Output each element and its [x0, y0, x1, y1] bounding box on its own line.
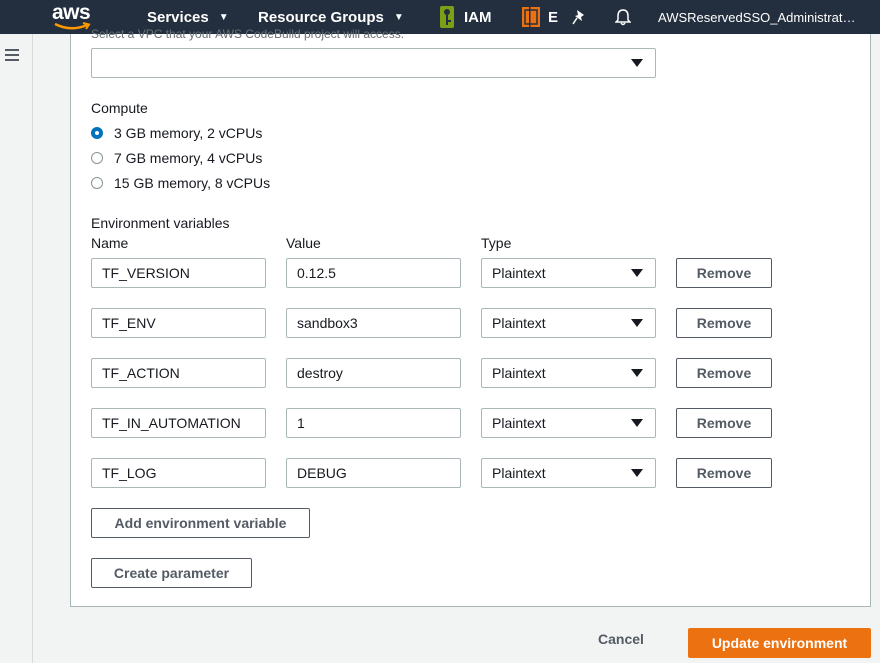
remove-button[interactable]: Remove	[676, 258, 772, 288]
aws-logo[interactable]: aws	[52, 0, 96, 34]
env-var-name-value: TF_ENV	[102, 315, 156, 331]
env-var-name-value: TF_VERSION	[102, 265, 190, 281]
iam-shortcut[interactable]: IAM	[440, 0, 492, 34]
vpc-helper-text: Select a VPC that your AWS CodeBuild pro…	[91, 27, 405, 41]
pin-icon	[572, 10, 584, 25]
dropdown-arrow-icon	[631, 419, 643, 427]
radio-button-checked[interactable]	[91, 127, 103, 139]
dropdown-arrow-icon	[631, 59, 643, 67]
env-var-name-value: TF_IN_AUTOMATION	[102, 415, 241, 431]
ec2-shortcut[interactable]: E	[522, 0, 558, 34]
compute-option-label: 3 GB memory, 2 vCPUs	[114, 125, 263, 141]
env-var-name-value: TF_LOG	[102, 465, 157, 481]
ec2-label: E	[548, 8, 559, 26]
environment-variables-label: Environment variables	[91, 215, 230, 231]
env-var-type-select[interactable]: Plaintext	[481, 308, 656, 338]
column-header-type: Type	[481, 235, 512, 251]
env-var-value-input[interactable]: 0.12.5	[286, 258, 461, 288]
services-label: Services	[147, 8, 209, 26]
env-var-value-value: sandbox3	[297, 315, 358, 331]
iam-label: IAM	[464, 8, 492, 26]
bell-icon	[615, 9, 631, 26]
chevron-down-icon: ▼	[393, 11, 404, 23]
pin-button[interactable]	[572, 0, 586, 34]
env-var-type-value: Plaintext	[492, 415, 546, 431]
env-var-type-select[interactable]: Plaintext	[481, 358, 656, 388]
compute-label: Compute	[91, 100, 148, 116]
remove-button[interactable]: Remove	[676, 308, 772, 338]
radio-button[interactable]	[91, 177, 103, 189]
create-parameter-button[interactable]: Create parameter	[91, 558, 252, 588]
env-var-value-input[interactable]: DEBUG	[286, 458, 461, 488]
add-environment-variable-button[interactable]: Add environment variable	[91, 508, 310, 538]
aws-smile-icon	[54, 22, 91, 30]
compute-option-15gb[interactable]: 15 GB memory, 8 vCPUs	[91, 175, 270, 191]
compute-option-label: 15 GB memory, 8 vCPUs	[114, 175, 271, 191]
dropdown-arrow-icon	[631, 369, 643, 377]
chevron-down-icon: ▼	[218, 11, 229, 23]
env-var-value-input[interactable]: 1	[286, 408, 461, 438]
ec2-icon	[522, 7, 540, 27]
compute-option-3gb[interactable]: 3 GB memory, 2 vCPUs	[91, 125, 262, 141]
env-var-type-value: Plaintext	[492, 365, 546, 381]
env-var-value-value: 0.12.5	[297, 265, 336, 281]
compute-option-label: 7 GB memory, 4 vCPUs	[114, 150, 263, 166]
env-var-type-select[interactable]: Plaintext	[481, 408, 656, 438]
env-var-value-value: DEBUG	[297, 465, 347, 481]
vpc-select[interactable]	[91, 48, 656, 78]
resource-groups-label: Resource Groups	[258, 8, 384, 26]
column-header-value: Value	[286, 235, 321, 251]
env-var-type-value: Plaintext	[492, 315, 546, 331]
remove-button[interactable]: Remove	[676, 458, 772, 488]
env-var-name-input[interactable]: TF_LOG	[91, 458, 266, 488]
dropdown-arrow-icon	[631, 269, 643, 277]
dropdown-arrow-icon	[631, 319, 643, 327]
env-var-name-input[interactable]: TF_ENV	[91, 308, 266, 338]
dropdown-arrow-icon	[631, 469, 643, 477]
env-var-name-input[interactable]: TF_IN_AUTOMATION	[91, 408, 266, 438]
radio-button[interactable]	[91, 152, 103, 164]
env-var-type-value: Plaintext	[492, 265, 546, 281]
env-var-name-value: TF_ACTION	[102, 365, 180, 381]
env-var-type-select[interactable]: Plaintext	[481, 458, 656, 488]
iam-key-icon	[440, 6, 454, 28]
env-var-name-input[interactable]: TF_ACTION	[91, 358, 266, 388]
hamburger-menu-icon[interactable]	[5, 49, 19, 64]
env-var-name-input[interactable]: TF_VERSION	[91, 258, 266, 288]
env-var-type-select[interactable]: Plaintext	[481, 258, 656, 288]
env-var-value-value: destroy	[297, 365, 343, 381]
update-environment-button[interactable]: Update environment	[688, 628, 871, 658]
env-var-type-value: Plaintext	[492, 465, 546, 481]
env-var-value-input[interactable]: sandbox3	[286, 308, 461, 338]
side-navigation-rail	[0, 34, 33, 663]
cancel-button[interactable]: Cancel	[598, 631, 644, 647]
account-name: AWSReservedSSO_Administrat…	[658, 9, 856, 25]
env-var-value-value: 1	[297, 415, 305, 431]
compute-option-7gb[interactable]: 7 GB memory, 4 vCPUs	[91, 150, 262, 166]
account-menu[interactable]: AWSReservedSSO_Administrat…	[658, 0, 855, 34]
env-var-value-input[interactable]: destroy	[286, 358, 461, 388]
notifications-button[interactable]	[615, 0, 631, 34]
column-header-name: Name	[91, 235, 129, 251]
remove-button[interactable]: Remove	[676, 358, 772, 388]
remove-button[interactable]: Remove	[676, 408, 772, 438]
